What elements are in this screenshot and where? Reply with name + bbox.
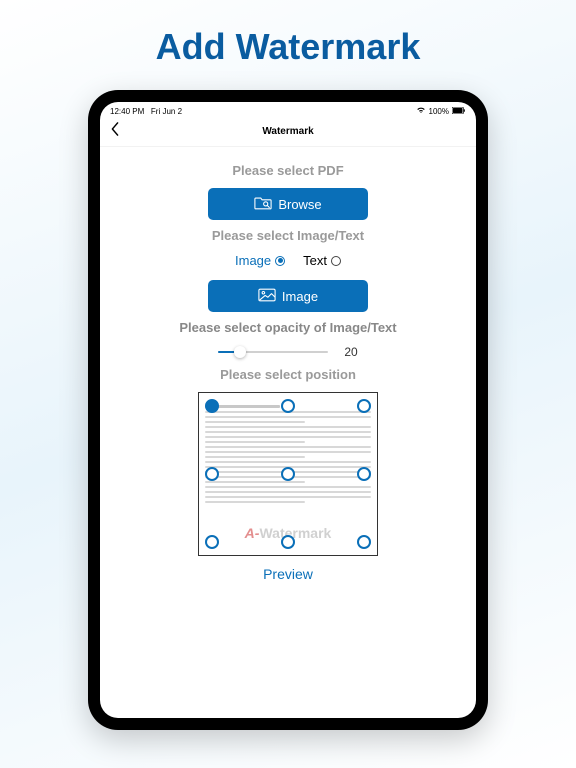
- status-bar: 12:40 PM Fri Jun 2 100%: [100, 102, 476, 118]
- wifi-icon: [416, 106, 426, 116]
- select-image-text-label: Please select Image/Text: [118, 228, 458, 243]
- status-time: 12:40 PM: [110, 107, 144, 116]
- position-middle-center[interactable]: [281, 467, 295, 481]
- type-radio-group: Image Text: [118, 253, 458, 268]
- radio-icon-selected: [275, 256, 285, 266]
- radio-text[interactable]: Text: [303, 253, 341, 268]
- radio-text-label: Text: [303, 253, 327, 268]
- image-icon: [258, 288, 276, 305]
- image-button-label: Image: [282, 289, 318, 304]
- folder-search-icon: [254, 196, 272, 213]
- status-date: Fri Jun 2: [151, 107, 182, 116]
- select-position-label: Please select position: [118, 367, 458, 382]
- page-title: Add Watermark: [0, 0, 576, 90]
- browse-button-label: Browse: [278, 197, 321, 212]
- position-middle-right[interactable]: [357, 467, 371, 481]
- radio-image-label: Image: [235, 253, 271, 268]
- select-opacity-label: Please select opacity of Image/Text: [118, 320, 458, 335]
- position-top-right[interactable]: [357, 399, 371, 413]
- preview-button[interactable]: Preview: [118, 566, 458, 582]
- tablet-frame: 12:40 PM Fri Jun 2 100% Watermark Ple: [88, 90, 488, 730]
- opacity-control: 20: [118, 345, 458, 359]
- back-button[interactable]: [110, 122, 120, 140]
- nav-title: Watermark: [262, 126, 313, 137]
- position-top-left[interactable]: [205, 399, 219, 413]
- position-top-center[interactable]: [281, 399, 295, 413]
- browse-button[interactable]: Browse: [208, 188, 368, 220]
- opacity-value: 20: [344, 345, 357, 359]
- radio-image[interactable]: Image: [235, 253, 285, 268]
- opacity-slider[interactable]: [218, 345, 328, 359]
- position-selector: A-Watermark: [198, 392, 378, 556]
- content: Please select PDF Browse Please select I…: [100, 147, 476, 718]
- position-bottom-center[interactable]: [281, 535, 295, 549]
- position-bottom-right[interactable]: [357, 535, 371, 549]
- image-button[interactable]: Image: [208, 280, 368, 312]
- app-screen: 12:40 PM Fri Jun 2 100% Watermark Ple: [100, 102, 476, 718]
- battery-text: 100%: [429, 107, 449, 116]
- select-pdf-label: Please select PDF: [118, 163, 458, 178]
- radio-icon-unselected: [331, 256, 341, 266]
- position-middle-left[interactable]: [205, 467, 219, 481]
- battery-icon: [452, 107, 466, 116]
- nav-bar: Watermark: [100, 118, 476, 147]
- position-bottom-left[interactable]: [205, 535, 219, 549]
